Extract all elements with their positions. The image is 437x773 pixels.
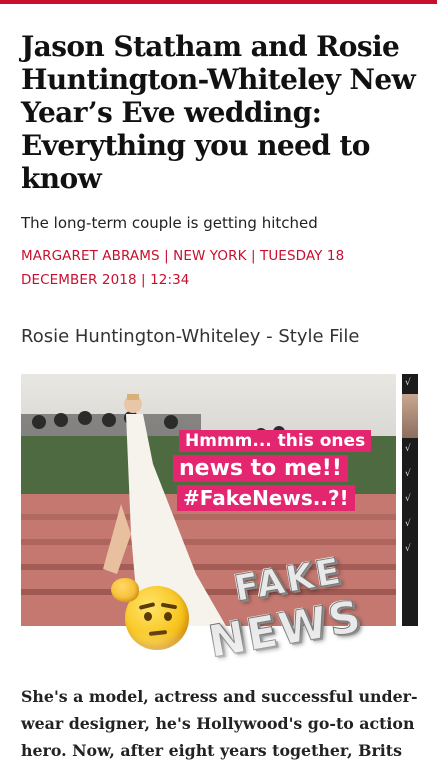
text-sticker[interactable]: Hmmm... this ones news to me!! #FakeNews… (173, 430, 405, 514)
article-body: She's a model, actress and successful un… (21, 687, 418, 760)
article-byline: MARGARET ABRAMS | NEW YORK | TUESDAY 18 … (21, 248, 345, 288)
sticker-line-3: #FakeNews..?! (177, 485, 355, 511)
article-subheadline: The long-term couple is getting hitched (21, 214, 318, 232)
sticker-line-1: Hmmm... this ones (179, 430, 372, 452)
hand-icon (111, 578, 139, 602)
gallery-title[interactable]: Rosie Huntington-Whiteley - Style File (21, 326, 359, 347)
article-headline: Jason Statham and Rosie Huntington-White… (21, 30, 416, 195)
sticker-line-2: news to me!! (173, 455, 348, 482)
fade-overlay (0, 630, 437, 690)
top-accent-bar (0, 0, 437, 4)
